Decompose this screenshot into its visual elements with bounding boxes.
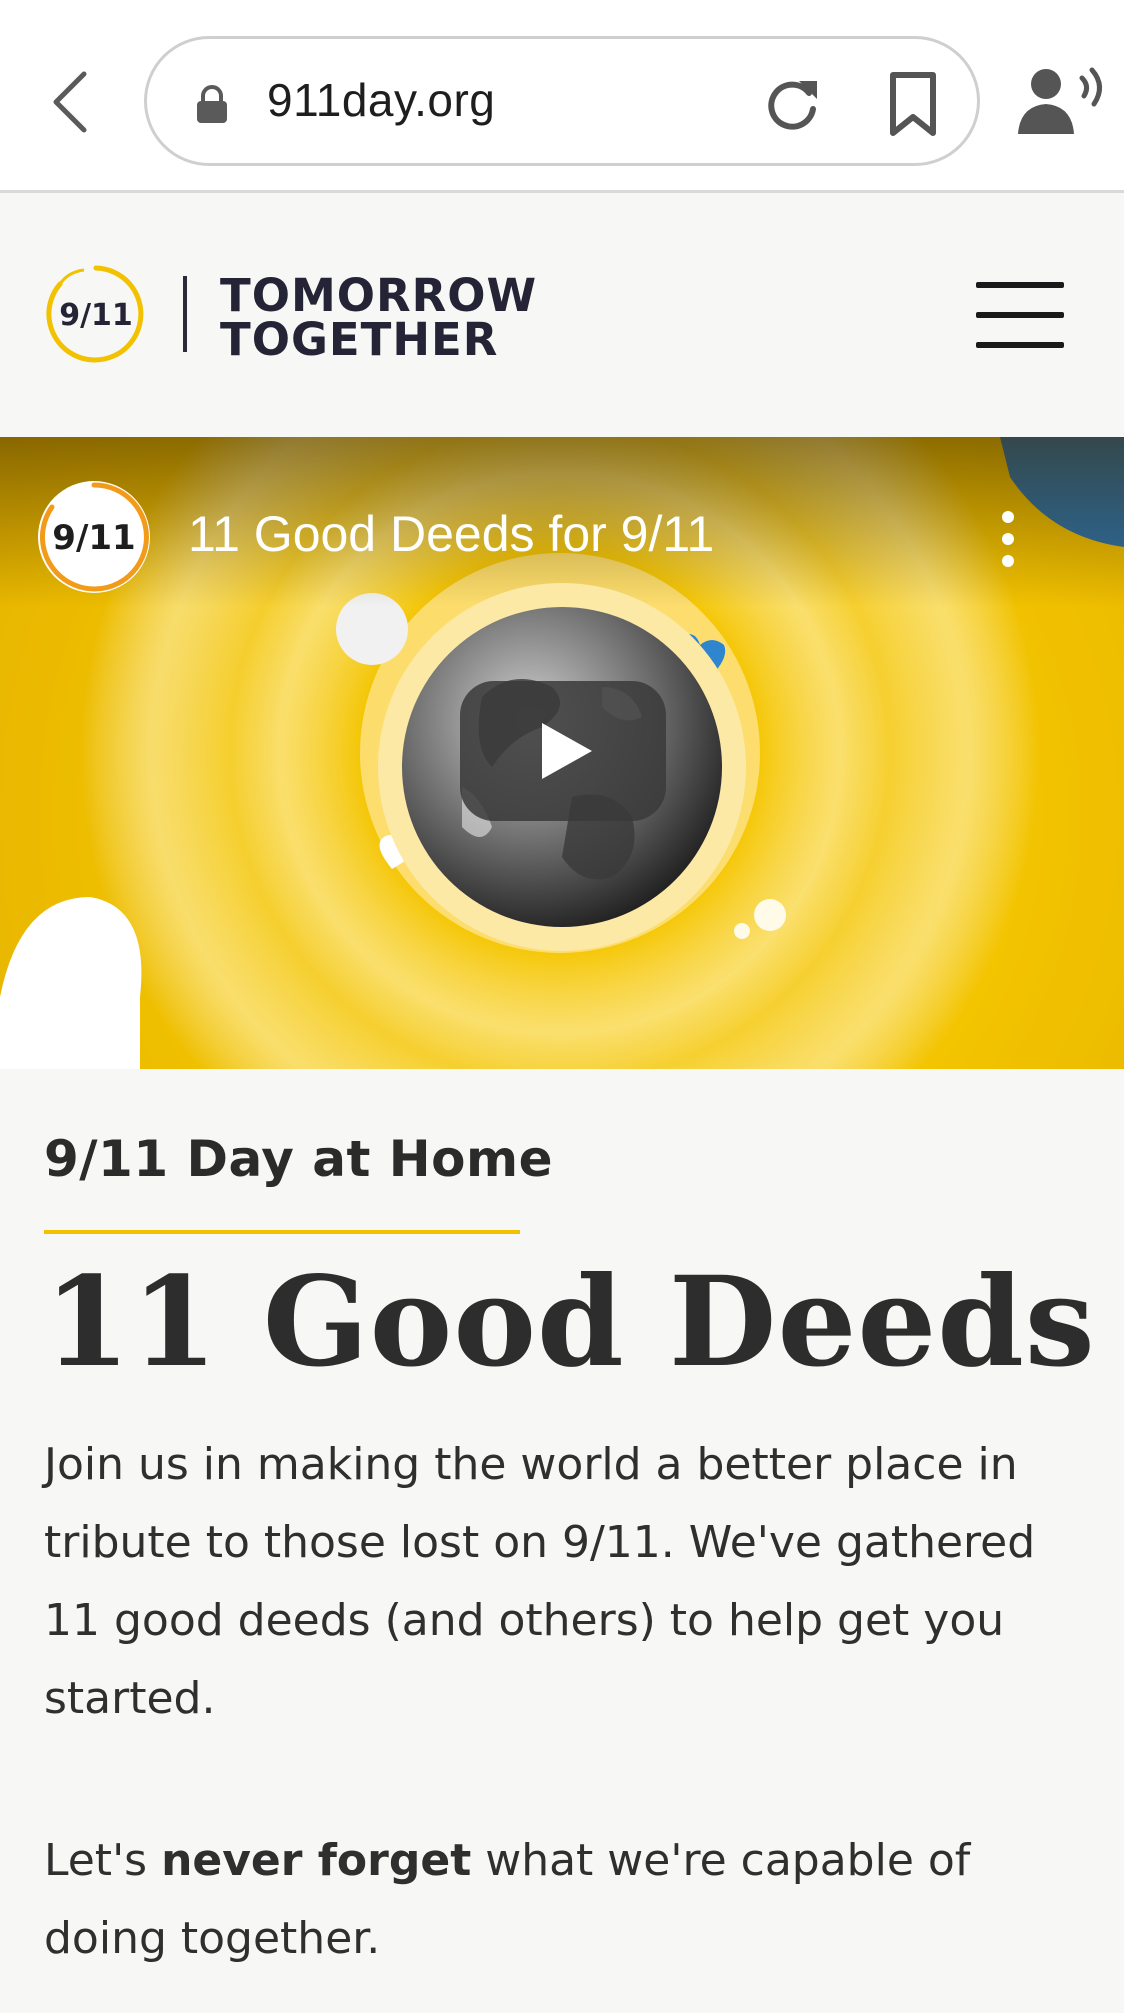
- eyebrow-underline: [44, 1230, 520, 1234]
- channel-logo-icon: 9/11: [38, 481, 150, 593]
- tagline-paragraph: Let's never forget what we're capable of…: [44, 1822, 1084, 1978]
- section-eyebrow: 9/11 Day at Home: [44, 1130, 554, 1188]
- wordmark-line-1: TOMORROW: [220, 269, 538, 322]
- back-arrow-icon: [53, 71, 87, 133]
- logo-wordmark[interactable]: TOMORROW TOGETHER: [220, 269, 538, 366]
- reload-icon: [768, 81, 817, 130]
- bookmark-icon: [890, 72, 936, 136]
- bookmark-button[interactable]: [883, 71, 943, 137]
- logo-divider: [183, 276, 187, 352]
- article-content: 9/11 Day at Home 11 Good Deeds Join us i…: [44, 1130, 1095, 1964]
- logo-ring-icon: 9/11: [46, 265, 144, 363]
- back-button[interactable]: [40, 62, 100, 142]
- lock-icon: [197, 85, 227, 123]
- play-icon: [460, 681, 666, 821]
- tagline-text-start: Let's: [44, 1835, 162, 1886]
- wordmark-line-2: TOGETHER: [220, 313, 499, 366]
- more-vertical-icon[interactable]: [990, 507, 1026, 571]
- hamburger-menu-icon[interactable]: [976, 282, 1066, 348]
- url-text: 911day.org: [267, 74, 496, 126]
- address-bar[interactable]: 911day.org: [144, 36, 980, 166]
- video-title[interactable]: 11 Good Deeds for 9/11: [188, 505, 714, 563]
- site-header: 9/11 TOMORROW TOGETHER: [0, 196, 1124, 436]
- video-player[interactable]: 9/11 11 Good Deeds for 9/11: [0, 437, 1124, 1069]
- browser-toolbar: 911day.org: [0, 0, 1124, 193]
- intro-paragraph: Join us in making the world a better pla…: [44, 1439, 1036, 1724]
- reload-button[interactable]: [757, 69, 827, 139]
- channel-badge-text: 9/11: [52, 518, 135, 558]
- tagline-emphasis: never forget: [161, 1835, 472, 1886]
- channel-avatar[interactable]: 9/11: [34, 477, 154, 597]
- play-button[interactable]: [460, 681, 666, 821]
- logo-badge-text: 9/11: [59, 298, 133, 333]
- voice-reader-button[interactable]: [1012, 62, 1112, 142]
- speaker-icon: [1018, 67, 1102, 134]
- page-headline: 11 Good Deeds: [44, 1250, 1096, 1395]
- site-logo[interactable]: 9/11: [44, 262, 148, 366]
